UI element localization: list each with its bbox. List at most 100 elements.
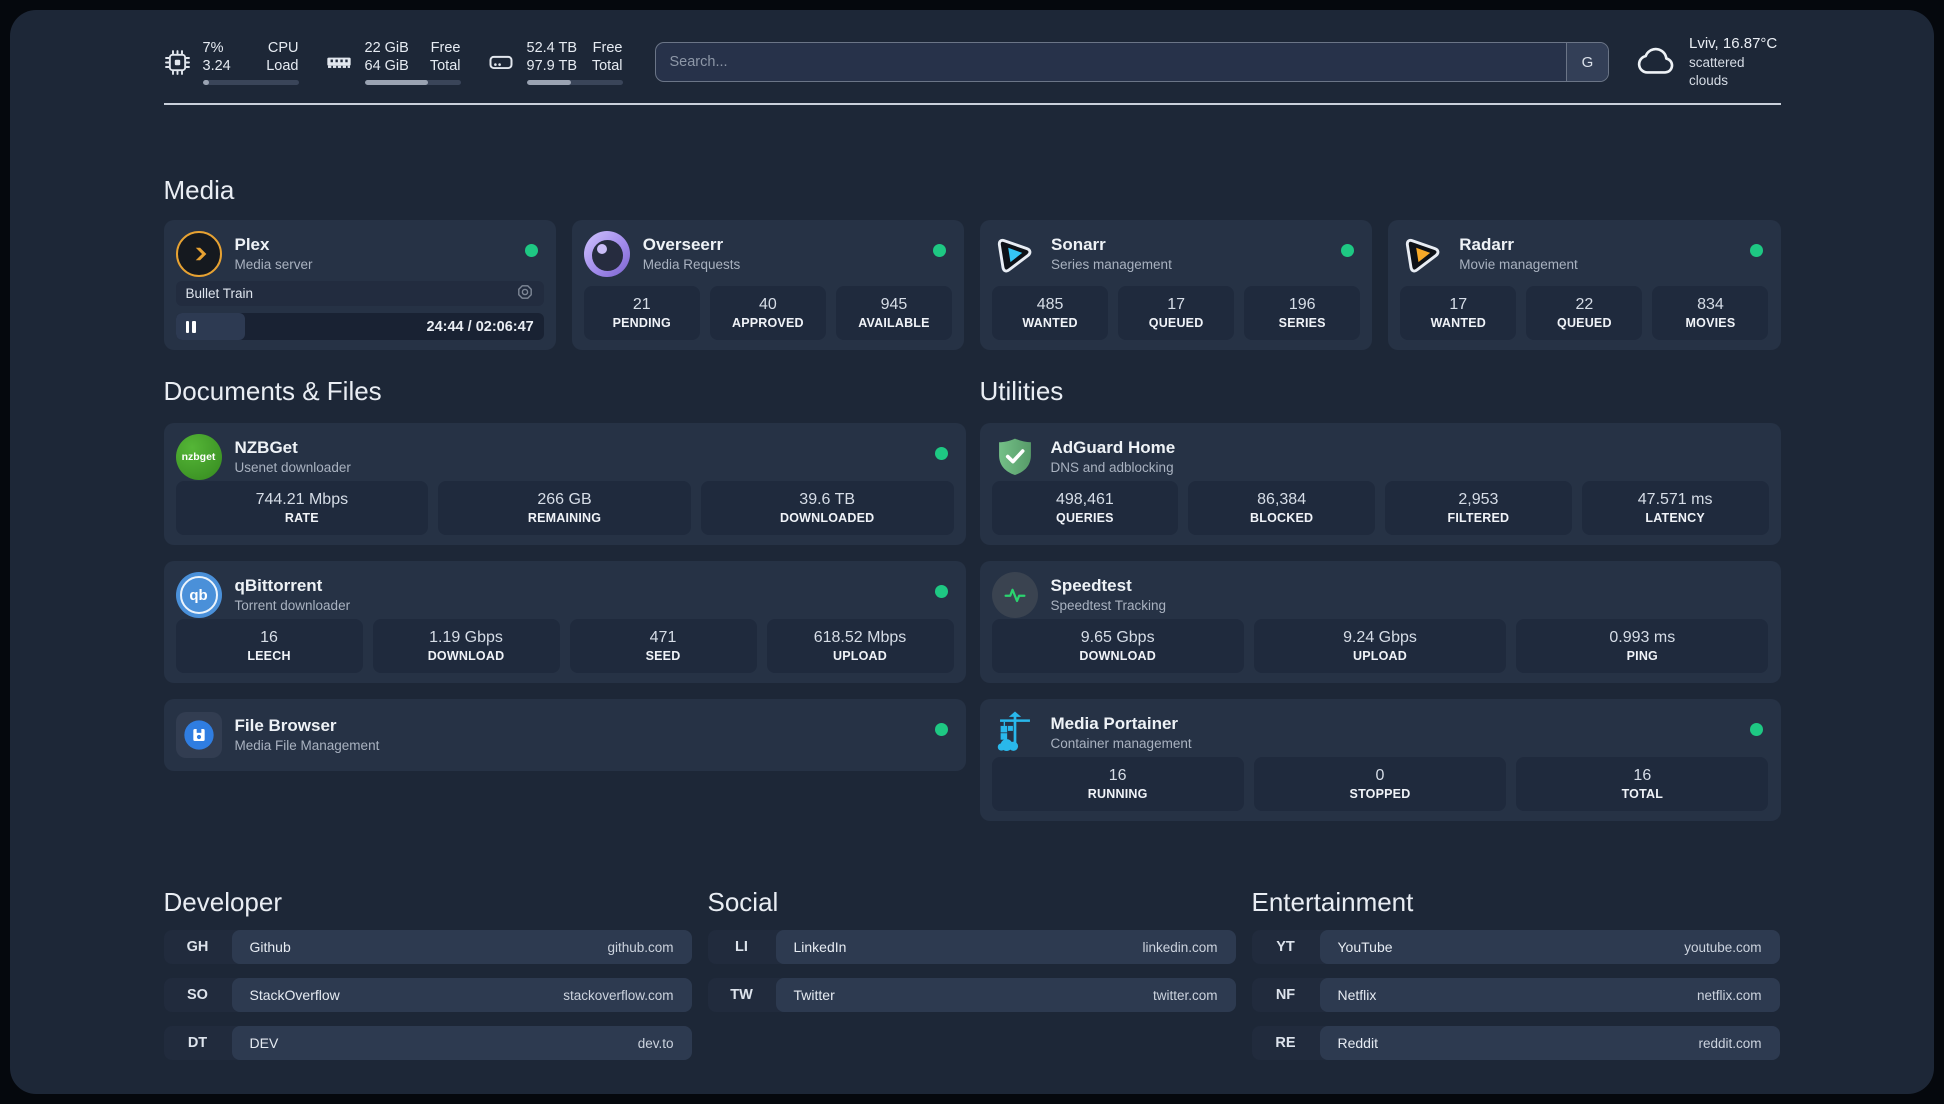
speedtest-card[interactable]: Speedtest Speedtest Tracking 9.65 Gbps D… [979, 561, 1781, 683]
cpu-labels: CPU Load [266, 39, 299, 74]
stat-upload: 9.24 Gbps UPLOAD [1253, 619, 1507, 673]
plex-card[interactable]: Plex Media server Bullet Train 24:44 / 0… [163, 220, 556, 350]
bookmark-name: Github [249, 939, 291, 955]
bookmark-reddit[interactable]: RE Reddit reddit.com [1251, 1026, 1780, 1060]
bookmark-url: netflix.com [1696, 987, 1762, 1003]
memory-icon [325, 48, 353, 76]
bookmark-url: stackoverflow.com [563, 987, 674, 1003]
memory-progress-bar [364, 80, 461, 86]
stat-filtered: 2,953 FILTERED [1385, 481, 1572, 535]
bookmark-netflix[interactable]: NF Netflix netflix.com [1251, 978, 1780, 1012]
bookmark-abbr: RE [1275, 1035, 1296, 1051]
bookmark-dev[interactable]: DT DEV dev.to [163, 1026, 692, 1060]
stat-pending: 21 PENDING [583, 286, 700, 340]
stat-stopped: 0 STOPPED [1253, 757, 1507, 811]
app-name: Media Portainer [1050, 713, 1179, 733]
stat-queued: 22 QUEUED [1526, 286, 1643, 340]
app-name: Overseerr [642, 234, 724, 254]
disk-labels: Free Total [591, 39, 623, 74]
bookmark-url: reddit.com [1698, 1035, 1762, 1051]
search-input[interactable] [655, 43, 1566, 81]
bookmark-url: github.com [607, 939, 674, 955]
pause-icon[interactable] [185, 320, 196, 333]
section-title-utilities: Utilities [979, 376, 1064, 406]
bookmark-twitter[interactable]: TW Twitter twitter.com [707, 978, 1236, 1012]
portainer-card[interactable]: Media Portainer Container management 16 … [979, 699, 1781, 821]
stat-available: 945 AVAILABLE [835, 286, 952, 340]
stat-total: 16 TOTAL [1516, 757, 1769, 811]
weather-location: Lviv, 16.87°C [1688, 34, 1778, 52]
stat-wanted: 17 WANTED [1400, 286, 1517, 340]
bookmark-name: YouTube [1337, 939, 1393, 955]
app-name: Radarr [1459, 234, 1515, 254]
bookmark-github[interactable]: GH Github github.com [163, 930, 692, 964]
radarr-card[interactable]: Radarr Movie management 17 WANTED 22 QUE… [1388, 220, 1781, 350]
filebrowser-card[interactable]: File Browser Media File Management [163, 699, 966, 771]
bookmark-stackoverflow[interactable]: SO StackOverflow stackoverflow.com [163, 978, 692, 1012]
memory-progress-fill [364, 80, 428, 86]
overseerr-card[interactable]: Overseerr Media Requests 21 PENDING 40 A… [571, 220, 964, 350]
bookmark-url: twitter.com [1152, 987, 1218, 1003]
search-engine-button[interactable]: G [1565, 43, 1608, 81]
section-title-media: Media [163, 175, 235, 205]
cloud-icon [1635, 43, 1677, 82]
status-online-dot [1749, 723, 1763, 736]
bookmark-youtube[interactable]: YT YouTube youtube.com [1251, 930, 1780, 964]
transcode-icon [516, 283, 534, 304]
bookmark-abbr: SO [187, 987, 208, 1003]
bookmark-linkedin[interactable]: LI LinkedIn linkedin.com [707, 930, 1236, 964]
memory-labels: Free Total [429, 39, 461, 74]
header: 7% 3.24 CPU Load 22 GiB 64 GiB Free Tota… [164, 35, 1781, 88]
stat-queries: 498,461 QUERIES [991, 481, 1179, 535]
app-desc: Series management [1051, 257, 1172, 273]
status-online-dot [934, 447, 948, 460]
stat-series: 196 SERIES [1244, 286, 1361, 340]
bookmark-name: Reddit [1337, 1035, 1378, 1051]
stat-upload: 618.52 Mbps UPLOAD [766, 619, 954, 673]
plex-now-playing: Bullet Train 24:44 / 02:06:47 [175, 281, 544, 340]
app-name: AdGuard Home [1050, 437, 1176, 457]
bookmark-url: linkedin.com [1142, 939, 1218, 955]
playback-time: 24:44 / 02:06:47 [426, 318, 534, 335]
qbittorrent-card[interactable]: qb qBittorrent Torrent downloader 16 LEE… [163, 561, 966, 683]
disk-progress-bar [526, 80, 623, 86]
bookmark-abbr: GH [186, 939, 209, 955]
adguard-icon [992, 434, 1038, 480]
speedtest-icon [991, 572, 1038, 618]
app-desc: Media Requests [642, 257, 741, 273]
stat-seed: 471 SEED [569, 619, 757, 673]
stat-movies: 834 MOVIES [1652, 286, 1769, 340]
cpu-progress-fill [202, 80, 210, 86]
status-online-dot [1341, 244, 1355, 257]
app-desc: Speedtest Tracking [1050, 598, 1167, 614]
stat-rate: 744.21 Mbps RATE [175, 481, 429, 535]
app-name: NZBGet [234, 437, 298, 457]
stat-latency: 47.571 ms LATENCY [1581, 481, 1769, 535]
section-entertainment: Entertainment YT YouTube youtube.com NF … [1251, 887, 1780, 1074]
bookmark-url: dev.to [637, 1035, 674, 1051]
section-title-entertainment: Entertainment [1251, 887, 1414, 917]
sonarr-card[interactable]: Sonarr Series management 485 WANTED 17 Q… [980, 220, 1373, 350]
section-utilities: Utilities AdGuard Home DNS and adblockin… [979, 376, 1781, 837]
section-title-social: Social [707, 887, 779, 917]
nzbget-card[interactable]: nzbget NZBGet Usenet downloader 744.21 M… [163, 423, 966, 545]
stat-blocked: 86,384 BLOCKED [1188, 481, 1375, 535]
adguard-card[interactable]: AdGuard Home DNS and adblocking 498,461 … [979, 423, 1781, 545]
stat-downloaded: 39.6 TB DOWNLOADED [700, 481, 954, 535]
sonarr-icon [992, 231, 1038, 277]
app-desc: Container management [1050, 736, 1192, 752]
playback-progress-bar[interactable]: 24:44 / 02:06:47 [175, 313, 544, 340]
app-name: Speedtest [1050, 575, 1132, 595]
filebrowser-icon [175, 712, 222, 758]
qbittorrent-icon-label: qb [189, 586, 208, 604]
stat-download: 9.65 Gbps DOWNLOAD [991, 619, 1244, 673]
now-playing-title: Bullet Train [185, 286, 254, 301]
app-desc: Movie management [1459, 257, 1578, 273]
stat-ping: 0.993 ms PING [1516, 619, 1769, 673]
header-divider [163, 103, 1781, 105]
section-title-documents: Documents & Files [163, 376, 382, 406]
bookmark-abbr: LI [735, 939, 748, 955]
disk-values: 52.4 TB 97.9 TB [526, 39, 578, 74]
app-desc: Torrent downloader [234, 598, 351, 614]
status-online-dot [933, 244, 946, 257]
